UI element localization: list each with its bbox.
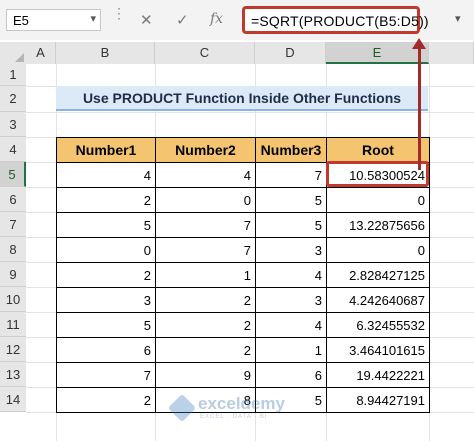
table-cell[interactable]: 3.464101615 (326, 337, 430, 363)
table-row: 2050 (56, 187, 430, 213)
data-table: Number1 Number2 Number3 Root 4 4 7 10.58300… (56, 137, 430, 413)
row-header-13[interactable]: 13 (0, 362, 26, 387)
row-header-14[interactable]: 14 (0, 387, 26, 412)
table-cell[interactable]: 4.242640687 (326, 287, 430, 313)
arrow-up-icon (412, 38, 426, 49)
header-number1[interactable]: Number1 (56, 137, 156, 163)
table-cell[interactable]: 0 (56, 237, 156, 263)
formula-bar: E5 ▾ ⋮ ✕ ✓ fx =SQRT(PRODUCT(B5:D5)) ▾ (0, 0, 474, 40)
expand-formula-bar-icon[interactable]: ▾ (455, 12, 461, 25)
table-cell[interactable]: 2.828427125 (326, 262, 430, 288)
table-cell[interactable]: 6 (255, 362, 327, 388)
column-header-a[interactable]: A (26, 42, 56, 64)
table-cell[interactable]: 6 (56, 337, 156, 363)
header-number2[interactable]: Number2 (155, 137, 256, 163)
gridline-horizontal (26, 112, 474, 113)
pointer-arrow-line (418, 46, 421, 170)
table-cell[interactable]: 7 (56, 362, 156, 388)
table-cell[interactable]: 7 (155, 237, 256, 263)
table-cell[interactable]: 4 (155, 162, 256, 188)
table-cell[interactable]: 2 (155, 337, 256, 363)
table-row: 5 7 5 13.22875656 (56, 212, 430, 238)
table-cell[interactable]: 7 (255, 162, 327, 188)
table-cell[interactable]: 3 (255, 237, 327, 263)
name-box[interactable]: E5 ▾ (6, 9, 101, 31)
sheet-title: Use PRODUCT Function Inside Other Functi… (56, 86, 428, 111)
table-cell[interactable]: 13.22875656 (326, 212, 430, 238)
table-cell[interactable]: 1 (255, 337, 327, 363)
table-cell[interactable]: 2 (56, 387, 156, 413)
table-cell[interactable]: 4 (255, 262, 327, 288)
row-header-8[interactable]: 8 (0, 237, 26, 262)
table-cell[interactable]: 5 (56, 312, 156, 338)
row-header-7[interactable]: 7 (0, 212, 26, 237)
watermark-name: exceldemy (198, 394, 285, 413)
formula-input[interactable]: =SQRT(PRODUCT(B5:D5)) (242, 6, 429, 34)
table-cell[interactable]: 5 (255, 187, 327, 213)
row-header-6[interactable]: 6 (0, 187, 26, 212)
table-row: 3 2 3 4.242640687 (56, 287, 430, 313)
table-cell[interactable]: 0 (155, 187, 256, 213)
row-header-4[interactable]: 4 (0, 137, 26, 162)
table-cell[interactable]: 1 (155, 262, 256, 288)
row-header-12[interactable]: 12 (0, 337, 26, 362)
table-cell[interactable]: 2 (155, 312, 256, 338)
table-row: 5 2 4 6.32455532 (56, 312, 430, 338)
table-cell[interactable]: 2 (155, 287, 256, 313)
exceldemy-logo-icon (167, 393, 197, 423)
table-row: 2 1 4 2.828427125 (56, 262, 430, 288)
table-cell[interactable]: 7 (155, 212, 256, 238)
insert-function-icon[interactable]: fx (210, 11, 223, 27)
cancel-icon[interactable]: ✕ (140, 11, 153, 29)
table-row: 0730 (56, 237, 430, 263)
table-cell[interactable]: 5 (56, 212, 156, 238)
name-box-value: E5 (13, 13, 29, 28)
table-cell[interactable]: 10.58300524 (326, 162, 430, 188)
table-cell[interactable]: 6.32455532 (326, 312, 430, 338)
column-header-c[interactable]: C (155, 42, 255, 64)
row-header-9[interactable]: 9 (0, 262, 26, 287)
table-cell[interactable]: 3 (56, 287, 156, 313)
formula-text: =SQRT(PRODUCT(B5:D5)) (251, 13, 429, 29)
chevron-down-icon[interactable]: ▾ (90, 12, 96, 25)
table-row: 7 9 6 19.4422221 (56, 362, 430, 388)
row-header-2[interactable]: 2 (0, 86, 26, 112)
column-header-d[interactable]: D (255, 42, 326, 64)
select-all-button[interactable] (0, 42, 26, 64)
table-cell[interactable]: 9 (155, 362, 256, 388)
table-cell[interactable]: 0 (326, 187, 430, 213)
table-cell[interactable]: 4 (56, 162, 156, 188)
header-root[interactable]: Root (326, 137, 430, 163)
watermark: exceldemy EXCEL · DATA · BI (167, 392, 312, 426)
watermark-tagline: EXCEL · DATA · BI (200, 414, 268, 420)
table-cell[interactable]: 2 (56, 262, 156, 288)
table-cell[interactable]: 5 (255, 212, 327, 238)
table-row: 6 2 1 3.464101615 (56, 337, 430, 363)
table-cell[interactable]: 0 (326, 237, 430, 263)
row-header-1[interactable]: 1 (0, 64, 26, 86)
table-row: 4 4 7 10.58300524 (56, 162, 430, 188)
table-cell[interactable]: 19.4422221 (326, 362, 430, 388)
row-header-11[interactable]: 11 (0, 312, 26, 337)
table-cell[interactable]: 2 (56, 187, 156, 213)
table-cell[interactable]: 3 (255, 287, 327, 313)
row-header-3[interactable]: 3 (0, 112, 26, 137)
enter-icon[interactable]: ✓ (176, 11, 189, 29)
row-header-10[interactable]: 10 (0, 287, 26, 312)
table-cell[interactable]: 4 (255, 312, 327, 338)
more-options-icon: ⋮ (112, 5, 126, 21)
table-cell[interactable]: 8.94427191 (326, 387, 430, 413)
table-header-row: Number1 Number2 Number3 Root (56, 137, 430, 163)
column-header-b[interactable]: B (56, 42, 155, 64)
row-header-5[interactable]: 5 (0, 162, 26, 187)
column-header-next[interactable] (429, 42, 474, 64)
header-number3[interactable]: Number3 (255, 137, 327, 163)
